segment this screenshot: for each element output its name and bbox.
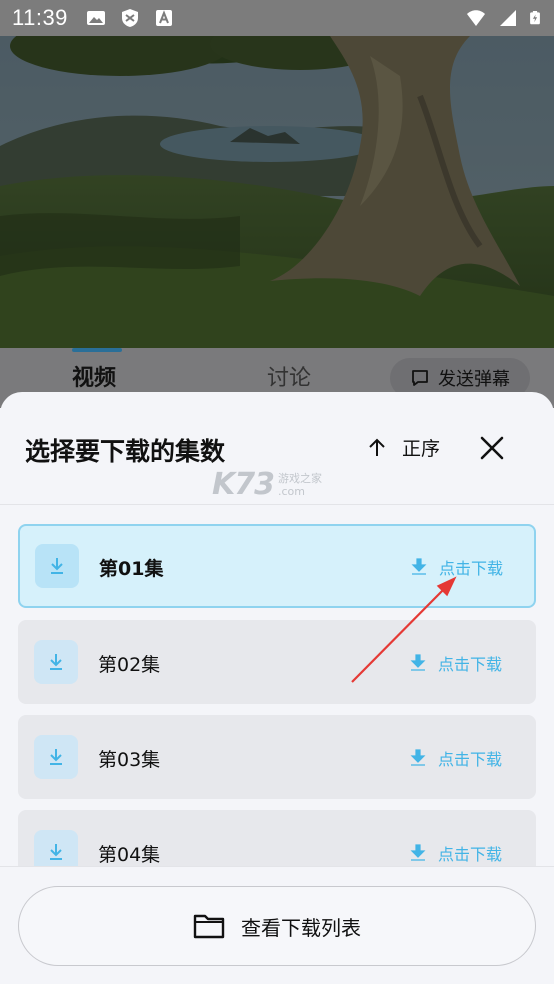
view-download-list-label: 查看下载列表 bbox=[241, 915, 361, 940]
download-icon bbox=[411, 558, 427, 575]
download-icon bbox=[50, 749, 62, 765]
watermark-line1: 游戏之家 bbox=[278, 471, 322, 485]
watermark-text: 游戏之家 .com bbox=[278, 472, 322, 498]
episode-label: 第03集 bbox=[98, 749, 161, 771]
watermark-logo: K73 bbox=[212, 467, 275, 502]
episode-download-badge bbox=[34, 735, 78, 779]
episode-download-button[interactable]: 点击下载 bbox=[410, 746, 502, 770]
divider bbox=[0, 866, 554, 867]
tab-comments[interactable]: 讨论 bbox=[267, 360, 311, 392]
episode-download-label: 点击下载 bbox=[438, 845, 503, 864]
episode-download-label: 点击下载 bbox=[438, 655, 503, 674]
sheet-title: 选择要下载的集数 bbox=[25, 437, 226, 466]
episode-item[interactable]: 第03集 点击下载 bbox=[18, 715, 536, 799]
send-danmaku-label: 发送弹幕 bbox=[438, 369, 510, 390]
battery-icon bbox=[530, 11, 540, 25]
download-icon bbox=[410, 654, 426, 671]
episode-label: 第04集 bbox=[98, 844, 161, 866]
watermark-line2: .com bbox=[278, 484, 305, 498]
app-screen: 11:39 视频 讨论 发送弹幕 选择要下载的集数 正序 K73 游戏之家 .c… bbox=[0, 0, 554, 984]
download-icon bbox=[410, 844, 426, 861]
episode-download-badge bbox=[35, 544, 79, 588]
system-icons bbox=[464, 8, 542, 28]
tab-video[interactable]: 视频 bbox=[72, 360, 116, 392]
arrow-up-icon bbox=[369, 438, 385, 456]
divider bbox=[0, 504, 554, 505]
episode-download-button[interactable]: 点击下载 bbox=[411, 555, 503, 579]
close-icon[interactable] bbox=[478, 434, 506, 462]
episode-item[interactable]: 第04集 点击下载 bbox=[18, 810, 536, 866]
folder-icon bbox=[193, 914, 225, 939]
status-bar: 11:39 bbox=[0, 0, 554, 36]
video-frame bbox=[0, 36, 554, 348]
download-icon bbox=[410, 749, 426, 766]
notification-icons bbox=[86, 8, 174, 28]
image-icon bbox=[86, 11, 105, 25]
episode-download-badge bbox=[34, 640, 78, 684]
episode-download-label: 点击下载 bbox=[439, 559, 504, 578]
sort-order-label: 正序 bbox=[402, 438, 441, 460]
chat-bubble-icon bbox=[412, 370, 428, 386]
sort-order-button[interactable]: 正序 bbox=[366, 434, 440, 461]
sheet-header: 选择要下载的集数 正序 K73 游戏之家 .com bbox=[0, 392, 554, 504]
episode-download-label: 点击下载 bbox=[438, 750, 503, 769]
wifi-icon bbox=[467, 10, 485, 26]
view-download-list-button[interactable]: 查看下载列表 bbox=[18, 886, 536, 966]
episode-item[interactable]: 第02集 点击下载 bbox=[18, 620, 536, 704]
active-tab-indicator bbox=[72, 348, 122, 352]
episode-label: 第02集 bbox=[98, 654, 161, 676]
video-player[interactable] bbox=[0, 36, 554, 348]
download-episode-sheet: 选择要下载的集数 正序 K73 游戏之家 .com 第01集 点击下载 第02集… bbox=[0, 392, 554, 984]
signal-icon bbox=[500, 10, 516, 26]
episode-label: 第01集 bbox=[99, 558, 164, 580]
download-icon bbox=[51, 558, 63, 574]
download-icon bbox=[50, 654, 62, 670]
text-a-icon bbox=[155, 10, 172, 26]
episode-item[interactable]: 第01集 点击下载 bbox=[18, 524, 536, 608]
episode-list: 第01集 点击下载 第02集 点击下载 第03集 点击下载 第04集 点击下载 bbox=[0, 524, 554, 866]
watermark: K73 游戏之家 .com bbox=[212, 470, 322, 500]
download-icon bbox=[50, 844, 62, 860]
episode-download-button[interactable]: 点击下载 bbox=[410, 841, 502, 865]
shield-icon bbox=[121, 9, 138, 27]
episode-download-badge bbox=[34, 830, 78, 866]
status-time: 11:39 bbox=[12, 5, 68, 30]
episode-download-button[interactable]: 点击下载 bbox=[410, 651, 502, 675]
